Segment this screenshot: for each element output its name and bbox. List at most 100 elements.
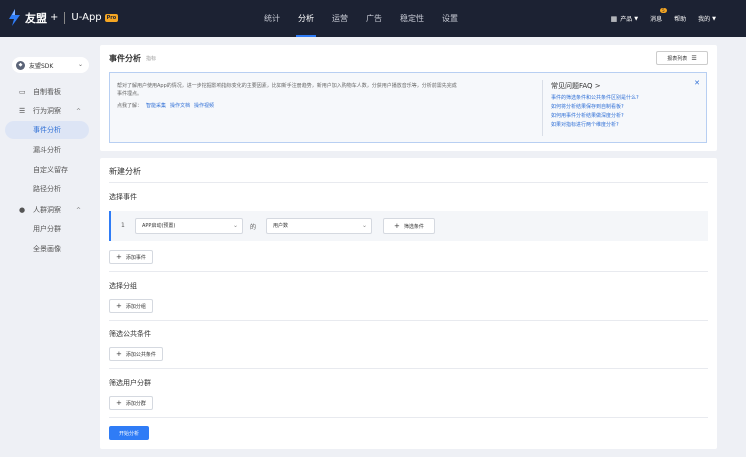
messages-menu[interactable]: 5 消息 xyxy=(650,8,667,23)
filter-conditions-label: 筛选条件 xyxy=(403,223,424,230)
sidebar-item-label: 自定义留存 xyxy=(33,166,68,174)
products-menu[interactable]: ▦ 产品 ▼ xyxy=(610,14,639,24)
choose-event-label: 选择事件 xyxy=(109,193,137,201)
top-right-menu: ▦ 产品 ▼ 5 消息 帮助 我的 ▼ xyxy=(599,0,716,37)
divider xyxy=(109,417,708,418)
event-connector: 的 xyxy=(250,224,257,231)
sidebar-item-custom-dashboard[interactable]: ▭ 自制看板 xyxy=(5,83,89,101)
sidebar-item-path-analysis[interactable]: 路径分析 xyxy=(5,180,89,198)
umeng-logo-icon xyxy=(8,9,21,26)
sidebar: ◆ 友盟SDK ⌄ ▭ 自制看板 ☰ 行为洞察 ^ 事件分析 漏斗分析 自定义留… xyxy=(0,37,97,457)
app-logo[interactable]: 友盟 + U-App Pro xyxy=(8,9,119,26)
sidebar-item-user-segments[interactable]: 用户分群 xyxy=(5,220,89,238)
sidebar-group-crowd-insight[interactable]: ● 人群洞察 ^ xyxy=(5,201,89,219)
metric-select-value: 用户数 xyxy=(273,223,289,229)
add-segment-label: 添加分群 xyxy=(125,400,146,407)
faq-item[interactable]: 事件的筛选条件和公共条件区别是什么? xyxy=(551,94,691,103)
chevron-down-icon: ⌄ xyxy=(232,222,238,229)
faq-item[interactable]: 如果对指标进行两个维度分析? xyxy=(551,121,691,130)
list-icon: ☰ xyxy=(691,54,697,62)
add-event-label: 添加事件 xyxy=(125,254,146,261)
product-name: U-App xyxy=(71,12,102,23)
close-icon[interactable]: ✕ xyxy=(694,79,700,87)
logo-divider xyxy=(64,11,66,24)
plus-icon: + xyxy=(116,350,122,358)
event-select[interactable]: APP启动(预置) ⌄ xyxy=(135,218,243,234)
sidebar-item-funnel-analysis[interactable]: 漏斗分析 xyxy=(5,141,89,159)
sidebar-item-label: 用户分群 xyxy=(33,225,61,233)
list-icon: ☰ xyxy=(19,107,26,115)
grid-icon: ▦ xyxy=(610,14,618,23)
pro-badge: Pro xyxy=(104,13,119,22)
nav-tab-settings[interactable]: 设置 xyxy=(442,0,458,37)
faq-panel: 常见问题FAQ > 事件的筛选条件和公共条件区别是什么? 如何将分析结果保存到自… xyxy=(551,81,691,130)
event-row: 1 APP启动(预置) ⌄ 的 用户数 ⌄ + 筛选条件 xyxy=(109,211,708,241)
intro-description: 帮对了解用户使用App的情况，进一步挖掘影响指标变化的主要因素，比如新手注册趋势… xyxy=(117,83,457,97)
chevron-down-icon: ⌄ xyxy=(361,222,367,229)
sidebar-item-custom-retention[interactable]: 自定义留存 xyxy=(5,161,89,179)
nav-tab-operations[interactable]: 运营 xyxy=(332,0,348,37)
links-prefix: 点我了解： xyxy=(117,103,143,109)
add-common-condition-button[interactable]: + 添加公共条件 xyxy=(109,347,163,361)
divider xyxy=(109,320,708,321)
intro-panel: 帮对了解用户使用App的情况，进一步挖掘影响指标变化的主要因素，比如新手注册趋势… xyxy=(109,72,707,143)
main-nav: 统计 分析 运营 广告 稳定性 设置 xyxy=(264,0,476,37)
report-list-button[interactable]: 报表列表 ☰ xyxy=(656,51,708,65)
choose-group-label: 选择分组 xyxy=(109,282,137,290)
link-docs[interactable]: 操作文档 xyxy=(170,103,190,109)
sidebar-group-behavior-insight[interactable]: ☰ 行为洞察 ^ xyxy=(5,102,89,120)
user-icon: ● xyxy=(19,206,26,214)
nav-tab-ads[interactable]: 广告 xyxy=(366,0,382,37)
link-smart-collection[interactable]: 智能采集 xyxy=(146,103,166,109)
sidebar-item-label: 人群洞察 xyxy=(33,206,61,214)
sdk-icon: ◆ xyxy=(16,60,25,70)
add-event-button[interactable]: + 添加事件 xyxy=(109,250,153,264)
sidebar-item-label: 全景画像 xyxy=(33,245,61,253)
add-segment-button[interactable]: + 添加分群 xyxy=(109,396,153,410)
chevron-down-icon: ▼ xyxy=(634,15,639,22)
chevron-up-icon: ^ xyxy=(75,206,81,214)
sidebar-item-label: 路径分析 xyxy=(33,185,61,193)
brand-plus: + xyxy=(50,12,59,23)
chevron-down-icon: ▼ xyxy=(712,15,716,22)
new-analysis-title: 新建分析 xyxy=(109,167,141,176)
account-label: 我的 xyxy=(698,16,711,23)
link-video[interactable]: 操作视频 xyxy=(194,103,214,109)
sidebar-item-panorama-portrait[interactable]: 全景画像 xyxy=(5,240,89,258)
chevron-down-icon: ⌄ xyxy=(77,61,83,68)
divider xyxy=(109,182,708,183)
intro-links: 点我了解： 智能采集 操作文档 操作视频 xyxy=(117,102,214,109)
metric-select[interactable]: 用户数 ⌄ xyxy=(266,218,372,234)
brand-name: 友盟 xyxy=(25,11,47,25)
help-label: 帮助 xyxy=(674,16,687,23)
plus-icon: + xyxy=(116,399,122,407)
filter-common-label: 筛选公共条件 xyxy=(109,330,151,338)
sidebar-item-event-analysis[interactable]: 事件分析 xyxy=(5,121,89,139)
sidebar-item-label: 漏斗分析 xyxy=(33,146,61,154)
faq-title[interactable]: 常见问题FAQ > xyxy=(551,81,691,91)
event-select-value: APP启动(预置) xyxy=(142,223,176,229)
filter-conditions-button[interactable]: + 筛选条件 xyxy=(383,218,435,234)
sdk-selector[interactable]: ◆ 友盟SDK ⌄ xyxy=(12,57,89,73)
start-analysis-button[interactable]: 开始分析 xyxy=(109,426,149,440)
nav-tab-analysis[interactable]: 分析 xyxy=(296,0,316,37)
add-group-label: 添加分组 xyxy=(125,303,146,310)
event-analysis-header-card: 事件分析 指标 报表列表 ☰ 帮对了解用户使用App的情况，进一步挖掘影响指标变… xyxy=(100,45,717,151)
add-group-button[interactable]: + 添加分组 xyxy=(109,299,153,313)
event-index: 1 xyxy=(121,222,125,229)
sidebar-item-label: 自制看板 xyxy=(33,88,61,96)
products-label: 产品 xyxy=(620,16,633,23)
account-menu[interactable]: 我的 ▼ xyxy=(698,14,716,24)
faq-item[interactable]: 如何用事件分析结果做深度分析? xyxy=(551,112,691,121)
nav-tab-stats[interactable]: 统计 xyxy=(264,0,280,37)
sidebar-item-label: 事件分析 xyxy=(33,126,61,134)
plus-icon: + xyxy=(394,222,400,230)
divider xyxy=(109,368,708,369)
faq-item[interactable]: 如何将分析结果保存到自制看板? xyxy=(551,103,691,112)
nav-tab-stability[interactable]: 稳定性 xyxy=(400,0,424,37)
plus-icon: + xyxy=(116,302,122,310)
help-link[interactable]: 帮助 xyxy=(674,14,686,23)
top-navigation-bar: 友盟 + U-App Pro 统计 分析 运营 广告 稳定性 设置 ▦ 产品 ▼… xyxy=(0,0,746,37)
plus-icon: + xyxy=(116,253,122,261)
sidebar-item-label: 行为洞察 xyxy=(33,107,61,115)
